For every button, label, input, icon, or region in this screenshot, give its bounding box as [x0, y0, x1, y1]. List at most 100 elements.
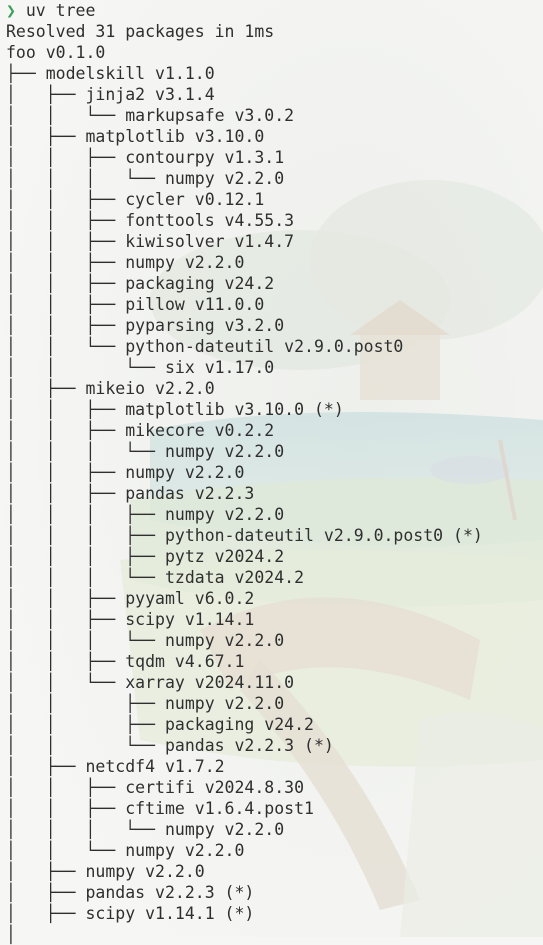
tree-line: │ │ ├── pillow v11.0.0	[6, 294, 543, 315]
package-name: numpy v2.2.0	[164, 694, 285, 713]
package-name: pytz v2024.2	[164, 547, 285, 566]
package-name: matplotlib v3.10.0 (*)	[125, 400, 344, 419]
package-name: numpy v2.2.0	[164, 631, 285, 650]
tree-branch-prefix: │ │ ├──	[6, 589, 126, 608]
tree-line: │	[6, 924, 543, 945]
package-name: foo v0.1.0	[6, 43, 106, 62]
tree-branch-prefix: │ │ ├──	[6, 400, 126, 419]
package-name: cycler v0.12.1	[125, 190, 265, 209]
package-name: numpy v2.2.0	[164, 442, 285, 461]
tree-output: Resolved 31 packages in 1ms foo v0.1.0 ├──…	[6, 21, 543, 945]
package-name: cftime v1.6.4.post1	[125, 799, 314, 818]
tree-branch-prefix: │ │ │ ├──	[6, 547, 165, 566]
package-name: six v1.17.0	[164, 358, 275, 377]
tree-line: │ │ │ ├── python-dateutil v2.9.0.post0 (…	[6, 525, 543, 546]
tree-line: │ │ ├── numpy v2.2.0	[6, 693, 543, 714]
package-name: mikeio v2.2.0	[85, 379, 215, 398]
tree-root-line: foo v0.1.0	[6, 42, 543, 63]
tree-line: ├── modelskill v1.1.0	[6, 63, 543, 84]
package-name: pandas v2.2.3	[125, 484, 255, 503]
tree-branch-prefix: │ │ ├──	[6, 715, 165, 734]
tree-branch-prefix: │ │ │ └──	[6, 568, 165, 587]
package-name: numpy v2.2.0	[125, 841, 245, 860]
tree-branch-prefix: │ ├──	[6, 883, 86, 902]
tree-branch-prefix: │ ├──	[6, 757, 86, 776]
tree-line: │ ├── netcdf4 v1.7.2	[6, 756, 543, 777]
tree-branch-prefix: │ ├──	[6, 379, 86, 398]
package-name: numpy v2.2.0	[164, 505, 285, 524]
package-name: numpy v2.2.0	[125, 463, 245, 482]
package-name: modelskill v1.1.0	[45, 64, 215, 83]
package-name: numpy v2.2.0	[164, 169, 285, 188]
tree-branch-prefix: │ │ ├──	[6, 316, 126, 335]
package-name: jinja2 v3.1.4	[85, 85, 215, 104]
package-name: xarray v2024.11.0	[125, 673, 295, 692]
tree-branch-prefix: │ │ ├──	[6, 778, 126, 797]
tree-line: │ │ └── numpy v2.2.0	[6, 840, 543, 861]
tree-line: │ ├── scipy v1.14.1 (*)	[6, 903, 543, 924]
package-name: numpy v2.2.0	[125, 253, 245, 272]
tree-line: │ │ ├── cftime v1.6.4.post1	[6, 798, 543, 819]
package-name: pyyaml v6.0.2	[125, 589, 255, 608]
tree-branch-prefix: │ │ ├──	[6, 694, 165, 713]
tree-branch-prefix: │ │ ├──	[6, 148, 126, 167]
package-name: markupsafe v3.0.2	[125, 106, 295, 125]
tree-branch-prefix: │ │ │ └──	[6, 631, 165, 650]
package-name: kiwisolver v1.4.7	[125, 232, 295, 251]
tree-line: │ │ │ └── numpy v2.2.0	[6, 168, 543, 189]
package-name: pandas v2.2.3 (*)	[85, 883, 255, 902]
tree-branch-prefix: │ │ │ ├──	[6, 526, 165, 545]
tree-line: │ │ ├── contourpy v1.3.1	[6, 147, 543, 168]
tree-line: │ │ └── six v1.17.0	[6, 357, 543, 378]
tree-branch-prefix: │ │ │ └──	[6, 820, 165, 839]
resolved-summary-line: Resolved 31 packages in 1ms	[6, 21, 543, 42]
tree-branch-prefix: ├──	[6, 64, 46, 83]
tree-line: │ │ │ └── numpy v2.2.0	[6, 441, 543, 462]
terminal-window: ❯ uv tree Resolved 31 packages in 1ms foo…	[0, 0, 543, 945]
tree-branch-prefix: │ ├──	[6, 85, 86, 104]
tree-branch-prefix: │ │ ├──	[6, 190, 126, 209]
tree-line: │ │ ├── kiwisolver v1.4.7	[6, 231, 543, 252]
prompt-line[interactable]: ❯ uv tree	[6, 0, 543, 21]
tree-line: │ │ ├── cycler v0.12.1	[6, 189, 543, 210]
tree-line: │ │ ├── tqdm v4.67.1	[6, 651, 543, 672]
package-name: fonttools v4.55.3	[125, 211, 295, 230]
tree-line: │ │ ├── scipy v1.14.1	[6, 609, 543, 630]
tree-line: │ │ ├── packaging v24.2	[6, 273, 543, 294]
tree-branch-prefix: │ │ ├──	[6, 232, 126, 251]
package-name: netcdf4 v1.7.2	[85, 757, 225, 776]
tree-line: │ │ └── markupsafe v3.0.2	[6, 105, 543, 126]
tree-branch-prefix: │ │ ├──	[6, 610, 126, 629]
tree-branch-prefix: │ │ ├──	[6, 484, 126, 503]
tree-branch-prefix: │ │ ├──	[6, 295, 126, 314]
package-name: pandas v2.2.3 (*)	[164, 736, 334, 755]
tree-branch-prefix: │ │ │ ├──	[6, 505, 165, 524]
package-name: scipy v1.14.1	[125, 610, 255, 629]
package-name: python-dateutil v2.9.0.post0	[125, 337, 404, 356]
tree-line: │ │ └── xarray v2024.11.0	[6, 672, 543, 693]
package-name: tzdata v2024.2	[164, 568, 305, 587]
package-name: packaging v24.2	[164, 715, 314, 734]
tree-line: │ │ ├── pyyaml v6.0.2	[6, 588, 543, 609]
tree-line: │ │ ├── packaging v24.2	[6, 714, 543, 735]
tree-branch-prefix: │ │ ├──	[6, 463, 126, 482]
resolved-summary-text: Resolved 31 packages in 1ms	[6, 22, 275, 41]
tree-branch-prefix: │ │ ├──	[6, 211, 126, 230]
tree-branch-prefix: │ │ │ └──	[6, 169, 165, 188]
tree-line: │ │ │ ├── numpy v2.2.0	[6, 504, 543, 525]
package-name: mikecore v0.2.2	[125, 421, 275, 440]
package-name: scipy v1.14.1 (*)	[85, 904, 255, 923]
tree-branch-prefix: │ │ └──	[6, 337, 126, 356]
tree-line: │ │ ├── pandas v2.2.3	[6, 483, 543, 504]
tree-line: │ │ ├── matplotlib v3.10.0 (*)	[6, 399, 543, 420]
tree-line: │ │ ├── fonttools v4.55.3	[6, 210, 543, 231]
package-name: matplotlib v3.10.0	[85, 127, 265, 146]
tree-line: │ ├── pandas v2.2.3 (*)	[6, 882, 543, 903]
package-name: python-dateutil v2.9.0.post0 (*)	[164, 526, 483, 545]
tree-branch-prefix: │ │ ├──	[6, 274, 126, 293]
tree-branch-prefix: │ │ └──	[6, 841, 126, 860]
tree-branch-prefix: │ │ └──	[6, 673, 126, 692]
tree-line: │ │ │ └── numpy v2.2.0	[6, 630, 543, 651]
tree-branch-prefix: │ ├──	[6, 862, 86, 881]
tree-line: │ │ ├── mikecore v0.2.2	[6, 420, 543, 441]
